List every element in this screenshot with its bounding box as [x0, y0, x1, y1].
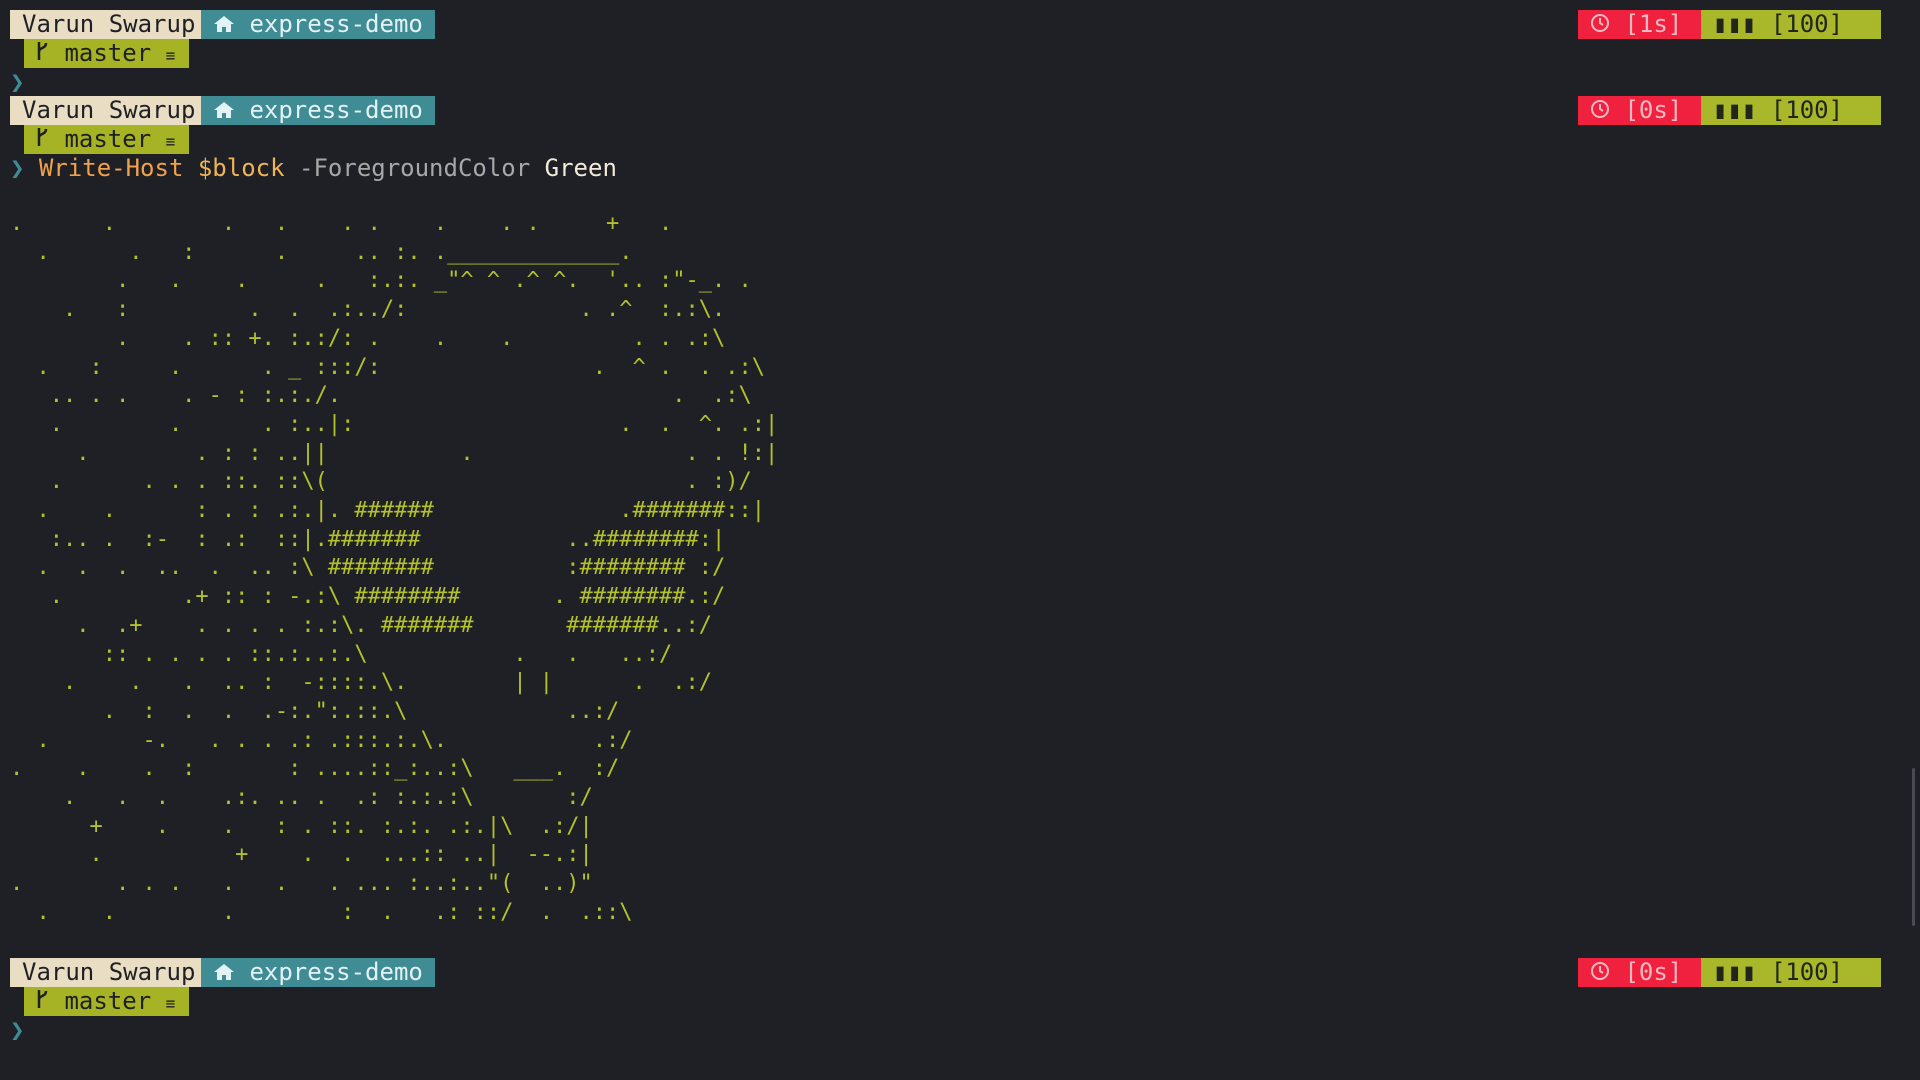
- command-parameter: -ForegroundColor: [299, 154, 531, 182]
- branch-name: master: [64, 39, 152, 67]
- git-branch-segment: master ≡: [24, 39, 189, 68]
- battery-icon: ▮▮▮: [1713, 10, 1757, 38]
- directory-segment: express-demo: [201, 10, 435, 39]
- battery-text: [100]: [1770, 10, 1844, 38]
- home-icon: [213, 97, 235, 126]
- clock-icon: [1590, 11, 1610, 40]
- home-icon: [213, 11, 235, 40]
- user-segment: Varun Swarup: [10, 96, 201, 125]
- directory-name: express-demo: [249, 96, 423, 124]
- branch-name: master: [64, 987, 152, 1015]
- directory-name: express-demo: [249, 10, 423, 38]
- battery-icon: ▮▮▮: [1713, 96, 1757, 124]
- battery-text: [100]: [1770, 96, 1844, 124]
- branch-name: master: [64, 125, 152, 153]
- command-variable: $block: [197, 154, 285, 182]
- user-segment: Varun Swarup: [10, 958, 201, 987]
- user-segment: Varun Swarup: [10, 10, 201, 39]
- prompt-chevron-icon: ❯: [10, 1016, 25, 1044]
- battery-segment: ▮▮▮ [100]: [1701, 958, 1881, 987]
- prompt-block: Varun Swarup express-demo [0s] ▮▮▮ [100]…: [0, 96, 1920, 154]
- directory-segment: express-demo: [201, 96, 435, 125]
- branch-status-icon: ≡: [165, 994, 176, 1013]
- battery-icon: ▮▮▮: [1713, 958, 1757, 986]
- directory-name: express-demo: [249, 958, 423, 986]
- terminal-window[interactable]: Varun Swarup express-demo [1s] ▮▮▮ [100]…: [0, 0, 1920, 1080]
- command-argument: Green: [544, 154, 617, 182]
- duration-segment: [0s]: [1578, 958, 1701, 987]
- duration-segment: [1s]: [1578, 10, 1701, 39]
- directory-segment: express-demo: [201, 958, 435, 987]
- prompt-block: Varun Swarup express-demo [0s] ▮▮▮ [100]…: [0, 958, 1920, 1044]
- duration-text: [1s]: [1624, 10, 1683, 38]
- home-icon: [213, 959, 235, 988]
- branch-status-icon: ≡: [165, 132, 176, 151]
- command-name: Write-Host: [38, 154, 184, 182]
- battery-text: [100]: [1770, 958, 1844, 986]
- command-line[interactable]: ❯ Write-Host $block -ForegroundColor Gre…: [10, 150, 617, 186]
- ascii-art-output: . . . . . . . . . + . . . : . .. :. .___…: [10, 211, 779, 925]
- prompt-block: Varun Swarup express-demo [1s] ▮▮▮ [100]…: [0, 10, 1920, 96]
- prompt-chevron-icon: ❯: [10, 68, 25, 96]
- battery-segment: ▮▮▮ [100]: [1701, 10, 1881, 39]
- battery-segment: ▮▮▮ [100]: [1701, 96, 1881, 125]
- prompt-chevron-icon: ❯: [10, 154, 25, 182]
- clock-icon: [1590, 97, 1610, 126]
- branch-status-icon: ≡: [165, 46, 176, 65]
- git-branch-segment: master ≡: [24, 987, 189, 1016]
- git-branch-icon: [34, 40, 50, 69]
- duration-text: [0s]: [1624, 958, 1683, 986]
- git-branch-icon: [34, 988, 50, 1017]
- clock-icon: [1590, 959, 1610, 988]
- duration-text: [0s]: [1624, 96, 1683, 124]
- duration-segment: [0s]: [1578, 96, 1701, 125]
- scrollbar[interactable]: [1912, 768, 1915, 926]
